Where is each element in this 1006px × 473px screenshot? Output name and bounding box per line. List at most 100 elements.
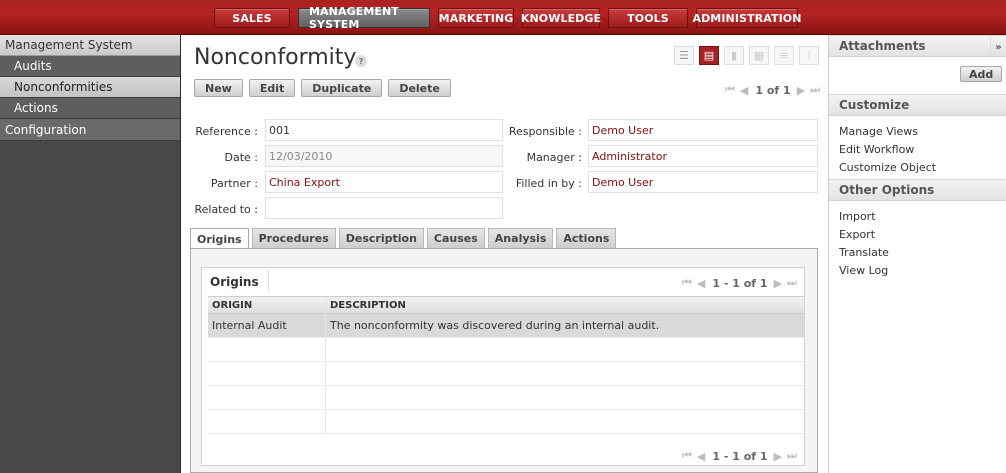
column-header-origin[interactable]: ORIGIN xyxy=(208,297,326,313)
tab-analysis[interactable]: Analysis xyxy=(487,228,554,248)
manager-field[interactable]: Administrator xyxy=(588,145,818,167)
customize-header: Customize xyxy=(829,94,1006,116)
tab-origins[interactable]: Origins xyxy=(190,228,249,249)
empty-cell xyxy=(208,410,326,433)
previous-page-icon[interactable]: ◀ xyxy=(697,277,705,290)
notebook-tabs: Origins Procedures Description Causes An… xyxy=(190,228,619,249)
manager-label: Manager : xyxy=(526,151,582,164)
last-page-icon[interactable]: ⏭ xyxy=(787,276,797,290)
other-options-header: Other Options xyxy=(829,179,1006,201)
sidebar-item-audits[interactable]: Audits xyxy=(0,56,180,77)
nav-tools[interactable]: TOOLS xyxy=(608,8,688,28)
next-page-icon[interactable]: ▶ xyxy=(774,277,782,290)
table-row[interactable]: Internal Audit The nonconformity was dis… xyxy=(208,314,804,338)
nav-management-system[interactable]: MANAGEMENT SYSTEM xyxy=(298,5,430,31)
first-page-icon[interactable]: ⏮ xyxy=(682,276,692,290)
manage-views-link[interactable]: Manage Views xyxy=(829,122,1006,140)
top-nav: SALES MANAGEMENT SYSTEM MARKETING KNOWLE… xyxy=(214,5,806,31)
cell-description: The nonconformity was discovered during … xyxy=(330,319,660,332)
tab-procedures[interactable]: Procedures xyxy=(251,228,336,248)
responsible-label: Responsible : xyxy=(508,125,582,138)
empty-cell xyxy=(326,338,804,361)
tab-causes[interactable]: Causes xyxy=(426,228,485,248)
empty-row xyxy=(208,386,804,410)
column-header-description[interactable]: DESCRIPTION xyxy=(326,297,804,313)
duplicate-button[interactable]: Duplicate xyxy=(301,79,383,97)
last-page-icon[interactable]: ⏭ xyxy=(810,83,820,97)
title-divider xyxy=(268,270,269,291)
reference-label: Reference : xyxy=(195,125,258,138)
sidebar-item-nonconformities[interactable]: Nonconformities xyxy=(0,77,180,98)
partner-field[interactable]: China Export xyxy=(265,171,503,193)
main-content: Nonconformity ? ☰ ▤ ▮ ▦ ≡ ⁞ New Edit Dup… xyxy=(182,35,828,473)
top-bar: SALES MANAGEMENT SYSTEM MARKETING KNOWLE… xyxy=(0,0,1006,35)
empty-row xyxy=(208,338,804,362)
next-page-icon[interactable]: ▶ xyxy=(797,84,805,97)
edit-workflow-link[interactable]: Edit Workflow xyxy=(829,140,1006,158)
previous-page-icon[interactable]: ◀ xyxy=(697,450,705,463)
nav-knowledge[interactable]: KNOWLEDGE xyxy=(521,8,601,28)
previous-page-icon[interactable]: ◀ xyxy=(740,84,748,97)
partner-label: Partner : xyxy=(210,177,258,190)
gantt-view-icon[interactable]: ≡ xyxy=(774,46,794,65)
filled-in-by-field[interactable]: Demo User xyxy=(588,171,818,193)
sidebar-item-actions[interactable]: Actions xyxy=(0,98,180,119)
empty-row xyxy=(208,410,804,434)
next-page-icon[interactable]: ▶ xyxy=(774,450,782,463)
origins-pager-bottom: ⏮ ◀ 1 - 1 of 1 ▶ ⏭ xyxy=(682,449,802,463)
empty-cell xyxy=(208,362,326,385)
export-link[interactable]: Export xyxy=(829,225,1006,243)
origins-table: ORIGIN DESCRIPTION Internal Audit The no… xyxy=(208,296,804,434)
date-label: Date : xyxy=(224,151,259,164)
page-title: Nonconformity xyxy=(194,45,357,70)
view-log-link[interactable]: View Log xyxy=(829,261,1006,279)
add-attachment-button[interactable]: Add xyxy=(960,66,1003,82)
cell-origin: Internal Audit xyxy=(208,314,326,337)
first-page-icon[interactable]: ⏮ xyxy=(725,83,735,97)
form-view-icon[interactable]: ▤ xyxy=(699,46,719,65)
empty-cell xyxy=(208,386,326,409)
related-to-field[interactable] xyxy=(265,197,503,219)
filled-in-by-label: Filled in by : xyxy=(515,177,582,190)
diagram-view-icon[interactable]: ⁞ xyxy=(799,46,819,65)
translate-link[interactable]: Translate xyxy=(829,243,1006,261)
nav-sales[interactable]: SALES xyxy=(214,8,290,28)
new-button[interactable]: New xyxy=(194,79,243,97)
origins-count: 1 - 1 of 1 xyxy=(712,449,768,463)
delete-button[interactable]: Delete xyxy=(388,79,451,97)
sidebar-section-management-system[interactable]: Management System xyxy=(0,35,180,56)
empty-cell xyxy=(208,338,326,361)
related-to-label: Related to : xyxy=(194,203,258,216)
right-sidebar: Attachments » Add Customize Manage Views… xyxy=(828,35,1006,473)
table-header: ORIGIN DESCRIPTION xyxy=(208,296,804,314)
sidebar-section-configuration[interactable]: Configuration xyxy=(0,119,180,141)
tab-description[interactable]: Description xyxy=(338,228,424,248)
origins-count: 1 - 1 of 1 xyxy=(712,276,768,290)
nav-marketing[interactable]: MARKETING xyxy=(438,8,514,28)
date-field[interactable]: 12/03/2010 xyxy=(265,145,503,167)
import-link[interactable]: Import xyxy=(829,207,1006,225)
empty-cell xyxy=(326,410,804,433)
last-page-icon[interactable]: ⏭ xyxy=(787,449,797,463)
list-view-icon[interactable]: ☰ xyxy=(674,46,694,65)
responsible-field[interactable]: Demo User xyxy=(588,119,818,141)
record-pager: ⏮ ◀ 1 of 1 ▶ ⏭ xyxy=(725,83,825,97)
toolbar: New Edit Duplicate Delete xyxy=(194,79,457,97)
origins-panel: Origins ⏮ ◀ 1 - 1 of 1 ▶ ⏭ ORIGIN DESCRI… xyxy=(190,248,818,473)
nav-administration[interactable]: ADMINISTRATION xyxy=(692,8,801,28)
attachments-header: Attachments » xyxy=(829,35,1006,58)
reference-field[interactable]: 001 xyxy=(265,119,503,141)
origins-pager-top: ⏮ ◀ 1 - 1 of 1 ▶ ⏭ xyxy=(682,276,802,290)
graph-view-icon[interactable]: ▮ xyxy=(724,46,744,65)
view-switcher: ☰ ▤ ▮ ▦ ≡ ⁞ xyxy=(674,46,824,65)
origins-title: Origins xyxy=(210,275,259,289)
edit-button[interactable]: Edit xyxy=(248,79,296,97)
tab-actions[interactable]: Actions xyxy=(556,228,617,248)
customize-object-link[interactable]: Customize Object xyxy=(829,158,1006,176)
first-page-icon[interactable]: ⏮ xyxy=(682,449,692,463)
record-count: 1 of 1 xyxy=(755,83,791,97)
collapse-sidebar-icon[interactable]: » xyxy=(990,36,1006,58)
calendar-view-icon[interactable]: ▦ xyxy=(749,46,769,65)
origins-list: Origins ⏮ ◀ 1 - 1 of 1 ▶ ⏭ ORIGIN DESCRI… xyxy=(201,267,805,466)
help-icon[interactable]: ? xyxy=(355,55,367,67)
